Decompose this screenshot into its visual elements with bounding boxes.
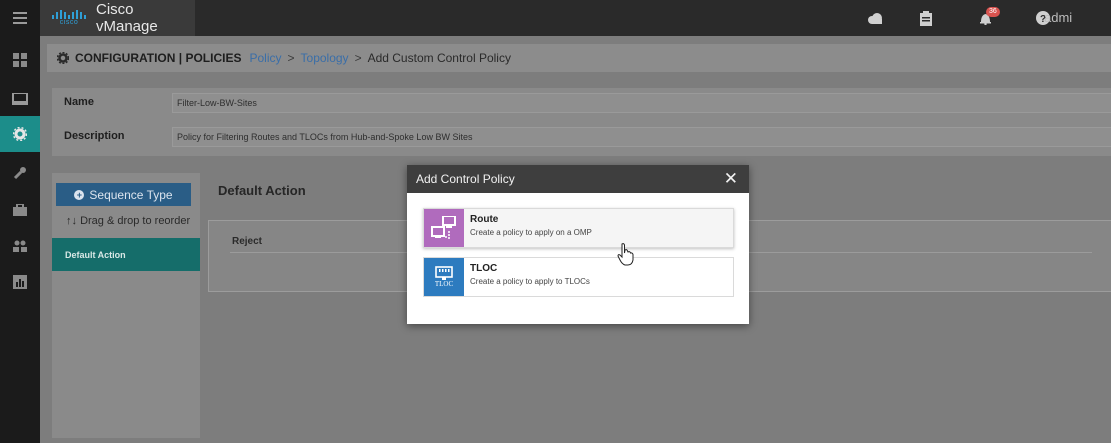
sequence-panel: + Sequence Type ↑↓ Drag & drop to reorde… — [52, 173, 200, 438]
tloc-icon: TLOC — [424, 258, 464, 296]
add-control-policy-modal: Add Control Policy ✕ Route Create a poli… — [407, 165, 749, 324]
breadcrumb: CONFIGURATION | POLICIES Policy > Topolo… — [47, 44, 1111, 72]
top-bar: cisco Cisco vManage 36 ? — [40, 0, 1111, 36]
gear-icon — [57, 52, 69, 64]
tloc-option-title: TLOC — [470, 263, 498, 274]
cloud-icon[interactable] — [867, 10, 883, 26]
alarm-bell-icon[interactable]: 36 — [975, 7, 1000, 26]
breadcrumb-separator: > — [287, 51, 295, 65]
monitor-icon[interactable] — [0, 81, 40, 117]
sequence-item-default-action[interactable]: Default Action — [52, 238, 200, 271]
default-action-title: Default Action — [218, 183, 306, 198]
breadcrumb-topology-link[interactable]: Topology — [301, 51, 349, 65]
reorder-arrows-icon: ↑↓ — [66, 215, 77, 227]
sequence-type-label: Sequence Type — [89, 187, 173, 202]
route-option-title: Route — [470, 214, 499, 225]
sequence-type-button[interactable]: + Sequence Type — [56, 183, 191, 206]
dashboard-icon[interactable] — [0, 42, 40, 78]
name-label: Name — [64, 96, 94, 108]
app-title: Cisco vManage — [96, 1, 158, 35]
task-list-icon[interactable] — [920, 10, 932, 26]
user-menu[interactable]: admi — [1044, 10, 1072, 25]
policy-details-panel: Name Filter-Low-BW-Sites Description Pol… — [52, 88, 1111, 156]
tloc-option-description: Create a policy to apply to TLOCs — [470, 277, 590, 286]
tools-icon[interactable] — [0, 155, 40, 191]
breadcrumb-separator: > — [354, 51, 362, 65]
name-field[interactable]: Filter-Low-BW-Sites — [172, 93, 1111, 113]
modal-header: Add Control Policy ✕ — [407, 165, 749, 193]
drag-hint: ↑↓ Drag & drop to reorder — [66, 215, 190, 227]
configuration-icon[interactable] — [0, 116, 40, 152]
description-label: Description — [64, 130, 125, 142]
breadcrumb-policy-link[interactable]: Policy — [249, 51, 281, 65]
menu-icon[interactable] — [0, 0, 40, 36]
route-option-description: Create a policy to apply on a OMP — [470, 228, 592, 237]
cisco-logo-icon: cisco — [52, 9, 86, 27]
administration-icon[interactable] — [0, 228, 40, 264]
left-nav-rail — [0, 0, 40, 443]
route-option[interactable]: Route Create a policy to apply on a OMP — [423, 208, 734, 248]
page-title: CONFIGURATION | POLICIES — [75, 51, 242, 65]
description-field[interactable]: Policy for Filtering Routes and TLOCs fr… — [172, 127, 1111, 147]
brand[interactable]: cisco Cisco vManage — [40, 0, 195, 36]
drag-hint-text: Drag & drop to reorder — [80, 215, 191, 227]
reject-label: Reject — [232, 236, 263, 247]
tloc-option[interactable]: TLOC TLOC Create a policy to apply to TL… — [423, 257, 734, 297]
close-icon[interactable]: ✕ — [724, 170, 738, 187]
breadcrumb-current: Add Custom Control Policy — [367, 51, 511, 65]
add-icon: + — [74, 189, 85, 200]
alarm-count-badge: 36 — [986, 7, 1000, 17]
modal-title: Add Control Policy — [416, 172, 515, 186]
maintenance-icon[interactable] — [0, 192, 40, 228]
hand-pointer-icon — [617, 243, 634, 266]
analytics-icon[interactable] — [0, 264, 40, 300]
tloc-icon-text: TLOC — [434, 280, 454, 288]
route-icon — [424, 209, 464, 247]
